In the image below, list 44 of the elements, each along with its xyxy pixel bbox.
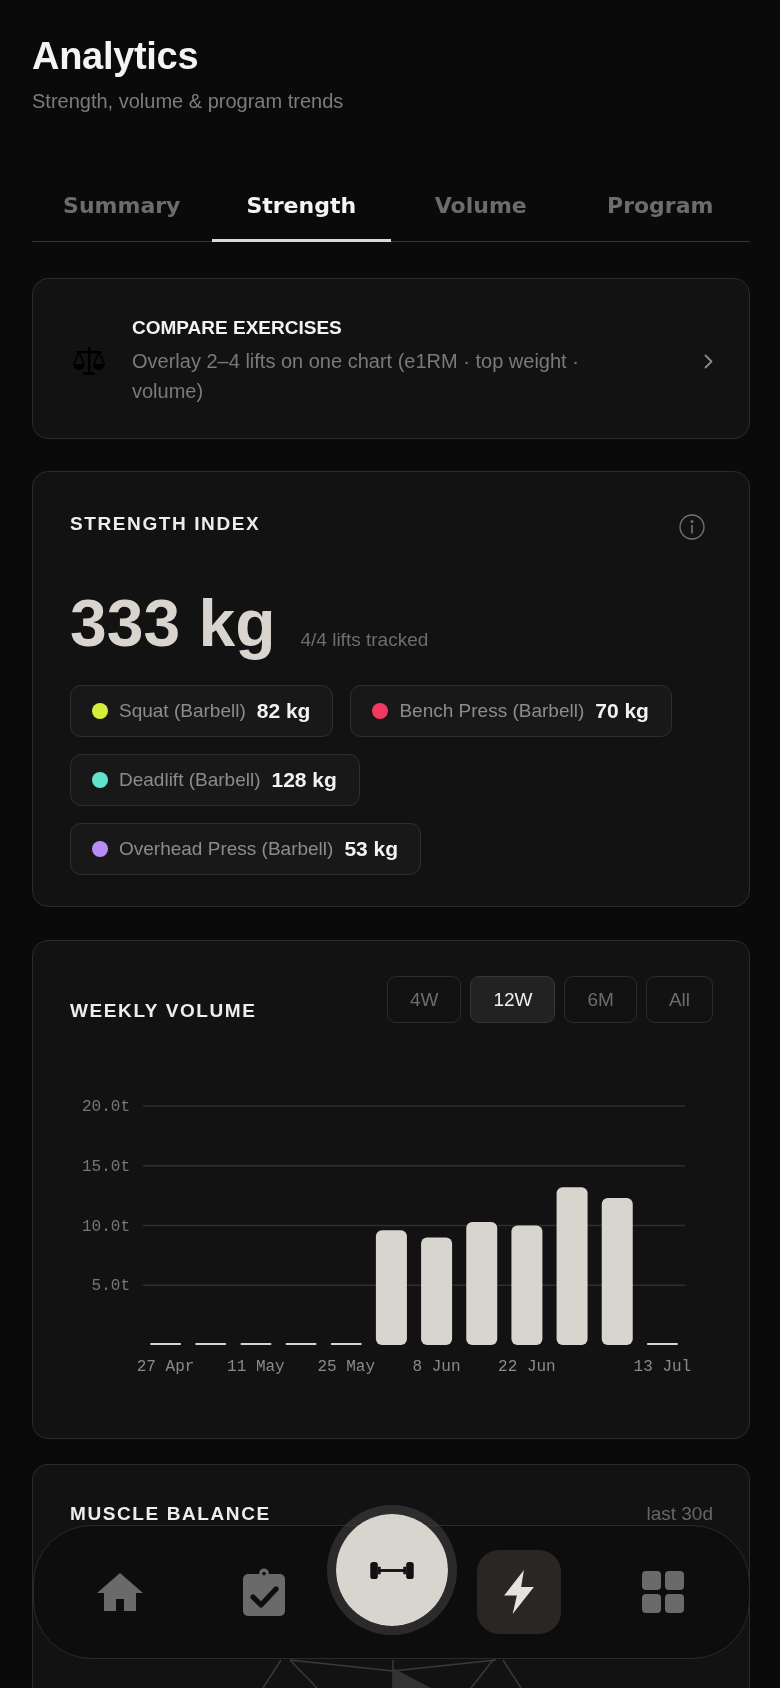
lift-name: Squat (Barbell)	[119, 698, 246, 723]
home-icon	[95, 1572, 144, 1612]
section-title: STRENGTH INDEX	[70, 512, 261, 536]
y-axis-label: 10.0t	[82, 1217, 130, 1236]
tab[interactable]: Volume	[391, 174, 571, 242]
lift-name: Overhead Press (Barbell)	[119, 836, 334, 861]
period-label: last 30d	[646, 1504, 713, 1524]
x-axis-label: 25 May	[317, 1358, 376, 1376]
dumbbell-icon	[369, 1561, 414, 1579]
range-button[interactable]: 6M	[564, 976, 637, 1023]
lift-name: Bench Press (Barbell)	[399, 698, 585, 723]
x-axis-label: 27 Apr	[136, 1358, 195, 1376]
range-button[interactable]: All	[645, 976, 713, 1023]
range-button[interactable]: 4W	[386, 976, 462, 1023]
card-title: COMPARE EXERCISES	[132, 316, 343, 340]
x-axis-label: 22 Jun	[498, 1358, 556, 1376]
y-axis-label: 20.0t	[82, 1098, 130, 1116]
chevron-right-icon	[704, 353, 713, 369]
lift-weight: 82 kg	[256, 698, 311, 725]
x-axis-label: 13 Jul	[633, 1358, 692, 1376]
x-axis-label: 8 Jun	[412, 1358, 461, 1376]
page-subtitle: Strength, volume & program trends	[32, 89, 345, 114]
lift-name: Deadlift (Barbell)	[119, 767, 261, 792]
page-title: Analytics	[32, 34, 200, 78]
lifts-tracked-caption: 4/4 lifts tracked	[300, 628, 429, 652]
lift-weight: 53 kg	[344, 836, 399, 863]
card-description: Overlay 2–4 lifts on one chart (e1RM · top weight · volume)	[132, 349, 580, 404]
grid-icon	[642, 1571, 685, 1613]
section-title: MUSCLE BALANCE	[70, 1502, 271, 1526]
tab[interactable]: Summary	[32, 174, 212, 242]
analytics-nav-button[interactable]	[477, 1550, 562, 1634]
lightning-icon	[502, 1570, 537, 1614]
section-title: WEEKLY VOLUME	[70, 999, 257, 1023]
tab[interactable]: Program	[570, 174, 750, 242]
y-axis-label: 5.0t	[91, 1277, 130, 1296]
lift-weight: 70 kg	[595, 698, 649, 725]
x-axis-label: 11 May	[227, 1358, 285, 1376]
clipboard-check-icon	[242, 1568, 285, 1616]
compare-exercises-card[interactable]: COMPARE EXERCISES Overlay 2–4 lifts on one chart (e1RM · top weight · volume)	[32, 278, 750, 439]
info-icon[interactable]	[679, 514, 705, 540]
lift-weight: 128 kg	[271, 767, 337, 794]
tab[interactable]: Strength	[211, 174, 391, 242]
range-button[interactable]: 12W	[470, 976, 556, 1023]
y-axis-label: 15.0t	[82, 1157, 130, 1176]
